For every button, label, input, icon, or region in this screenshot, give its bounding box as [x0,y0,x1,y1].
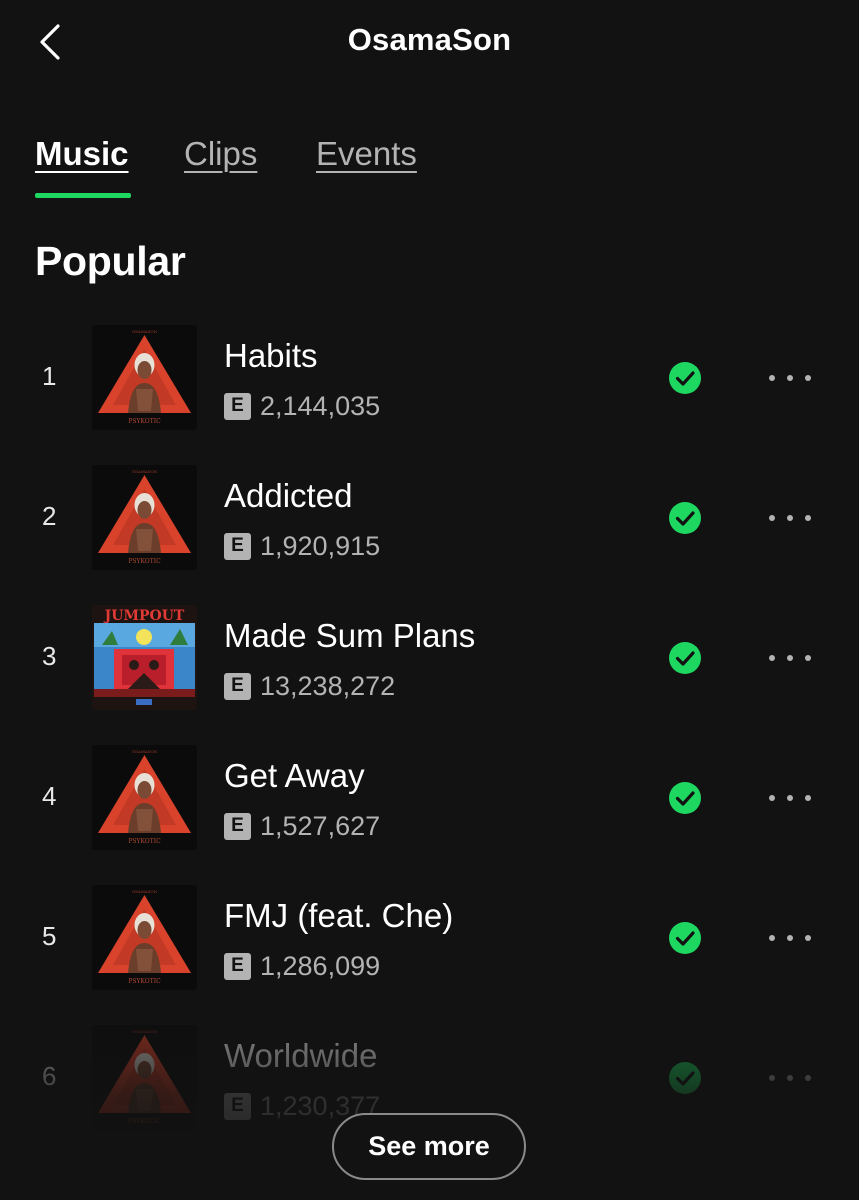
track-meta: E 13,238,272 [224,671,395,701]
album-cover-psykotic [92,885,197,990]
play-count: 2,144,035 [260,390,381,421]
more-options-icon[interactable] [762,501,818,535]
album-cover-psykotic [92,465,197,570]
track-title: Made Sum Plans [224,617,476,654]
track-rank: 1 [42,361,57,391]
play-count: 13,238,272 [260,670,396,701]
saved-check-icon[interactable] [668,921,702,955]
saved-check-icon[interactable] [668,781,702,815]
more-options-icon[interactable] [762,641,818,675]
active-tab-indicator [35,193,131,198]
explicit-badge: E [224,1092,251,1120]
album-cover-psykotic [92,325,197,430]
track-meta: E 1,527,627 [224,811,380,841]
see-more-button[interactable]: See more [332,1113,526,1180]
popular-heading: Popular [35,238,186,284]
track-title: Habits [224,337,318,374]
track-rank: 5 [42,921,57,951]
album-cover-jump-out [92,605,197,710]
track-row[interactable]: 4 Get Away E 1,527,627 [0,745,859,885]
more-options-icon[interactable] [762,361,818,395]
track-title: Get Away [224,757,365,794]
album-cover-psykotic [92,1025,197,1130]
track-rank: 3 [42,641,57,671]
play-count: 1,527,627 [260,810,381,841]
album-cover-psykotic [92,745,197,850]
track-title: Worldwide [224,1037,378,1074]
more-options-icon[interactable] [762,1061,818,1095]
tab-clips[interactable]: Clips [184,135,257,173]
saved-check-icon[interactable] [668,501,702,535]
saved-check-icon[interactable] [668,361,702,395]
track-row[interactable]: 1 Habits E 2,144,035 [0,325,859,465]
track-row[interactable]: 2 Addicted E 1,920,915 [0,465,859,605]
header: OsamaSon [0,0,859,86]
tab-events[interactable]: Events [316,135,417,173]
explicit-badge: E [224,812,251,840]
track-meta: E 2,144,035 [224,391,380,421]
track-meta: E 1,286,099 [224,951,380,981]
track-rank: 2 [42,501,57,531]
popular-track-list: 1 Habits E 2,144,035 2 Addicted E 1,920,… [0,325,859,1165]
track-meta: E 1,920,915 [224,531,380,561]
explicit-badge: E [224,532,251,560]
track-row[interactable]: 3 Made Sum Plans E 13,238,272 [0,605,859,745]
tab-music[interactable]: Music [35,135,129,173]
more-options-icon[interactable] [762,921,818,955]
track-title: Addicted [224,477,353,514]
saved-check-icon[interactable] [668,641,702,675]
track-row[interactable]: 5 FMJ (feat. Che) E 1,286,099 [0,885,859,1025]
explicit-badge: E [224,952,251,980]
play-count: 1,920,915 [260,530,381,561]
play-count: 1,286,099 [260,950,381,981]
more-options-icon[interactable] [762,781,818,815]
track-rank: 4 [42,781,57,811]
track-rank: 6 [42,1061,57,1091]
explicit-badge: E [224,672,251,700]
explicit-badge: E [224,392,251,420]
saved-check-icon[interactable] [668,1061,702,1095]
artist-name-title: OsamaSon [347,22,512,57]
track-title: FMJ (feat. Che) [224,897,454,934]
